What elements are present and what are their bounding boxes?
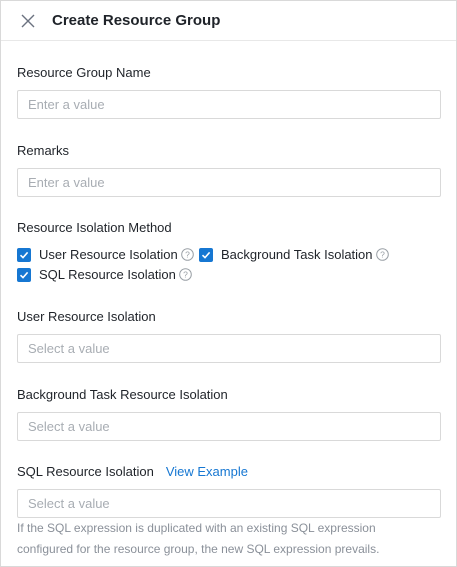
checkbox-checked-icon: [199, 247, 213, 262]
dialog-title: Create Resource Group: [52, 12, 221, 29]
sql-isolation-hint: If the SQL expression is duplicated with…: [17, 518, 379, 560]
hint-line: If the SQL expression is duplicated with…: [17, 521, 376, 535]
checkbox-checked-icon: [17, 247, 31, 262]
group-name-placeholder: Enter a value: [28, 97, 105, 112]
sql-isolation-placeholder: Select a value: [28, 496, 110, 511]
checkbox-label: SQL Resource Isolation: [39, 267, 176, 282]
view-example-link[interactable]: View Example: [166, 464, 248, 479]
user-isolation-select[interactable]: Select a value: [17, 334, 441, 363]
sql-isolation-select[interactable]: Select a value: [17, 489, 441, 518]
checkbox-user-resource-isolation[interactable]: User Resource Isolation ?: [17, 247, 194, 262]
remarks-placeholder: Enter a value: [28, 175, 105, 190]
dialog-header: Create Resource Group: [1, 1, 456, 41]
svg-text:?: ?: [380, 250, 385, 260]
bg-task-isolation-label: Background Task Resource Isolation: [17, 387, 228, 402]
checkbox-background-task-isolation[interactable]: Background Task Isolation ?: [199, 247, 389, 262]
sql-isolation-label: SQL Resource Isolation: [17, 464, 154, 479]
help-circle-icon[interactable]: ?: [375, 248, 389, 261]
hint-line: configured for the resource group, the n…: [17, 542, 380, 556]
close-button[interactable]: [17, 10, 39, 32]
remarks-input[interactable]: Enter a value: [17, 168, 441, 197]
svg-text:?: ?: [183, 270, 188, 280]
bg-task-isolation-placeholder: Select a value: [28, 419, 110, 434]
checkbox-label: User Resource Isolation: [39, 247, 178, 262]
group-name-input[interactable]: Enter a value: [17, 90, 441, 119]
checkbox-label: Background Task Isolation: [221, 247, 373, 262]
help-circle-icon[interactable]: ?: [179, 268, 192, 281]
sql-isolation-label-row: SQL Resource Isolation View Example: [17, 464, 248, 479]
remarks-label: Remarks: [17, 143, 70, 158]
bg-task-isolation-select[interactable]: Select a value: [17, 412, 441, 441]
isolation-method-label: Resource Isolation Method: [17, 220, 172, 235]
user-isolation-placeholder: Select a value: [28, 341, 110, 356]
user-isolation-label: User Resource Isolation: [17, 309, 156, 324]
help-circle-icon[interactable]: ?: [180, 248, 194, 261]
checkbox-sql-resource-isolation[interactable]: SQL Resource Isolation ?: [17, 267, 192, 282]
create-resource-group-dialog: Create Resource Group Resource Group Nam…: [0, 0, 457, 567]
checkbox-checked-icon: [17, 267, 31, 282]
close-icon: [21, 14, 35, 27]
group-name-label: Resource Group Name: [17, 65, 151, 80]
svg-text:?: ?: [185, 250, 190, 260]
